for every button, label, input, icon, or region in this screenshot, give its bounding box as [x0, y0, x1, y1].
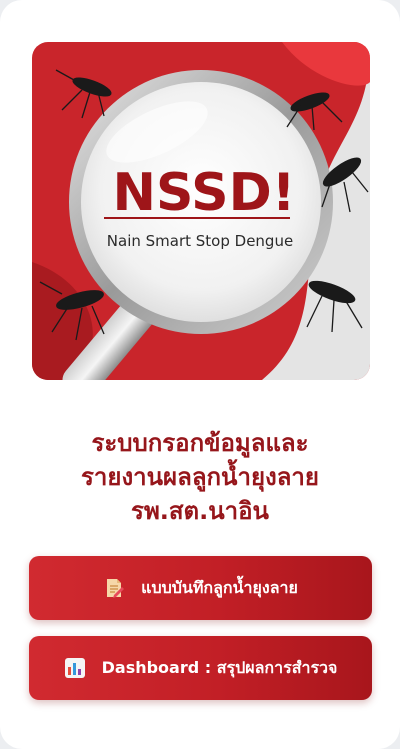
bar-chart-icon — [64, 657, 86, 679]
app-card: NSSD! Nain Smart Stop Dengue ระบบกรอกข้อ… — [0, 0, 400, 749]
record-form-label: แบบบันทึกลูกน้ำยุงลาย — [141, 577, 298, 597]
logo-subtitle: Nain Smart Stop Dengue — [107, 232, 293, 250]
page-title: ระบบกรอกข้อมูลและ รายงานผลลูกน้ำยุงลาย ร… — [20, 426, 380, 528]
dashboard-button[interactable]: Dashboard : สรุปผลการสำรวจ — [29, 636, 372, 700]
logo-text: NSSD! — [113, 163, 296, 223]
nssd-hero-image: NSSD! Nain Smart Stop Dengue — [32, 42, 370, 380]
title-line-3: รพ.สต.นาอิน — [131, 497, 269, 525]
record-form-button[interactable]: แบบบันทึกลูกน้ำยุงลาย — [29, 556, 372, 620]
title-line-1: ระบบกรอกข้อมูลและ — [91, 429, 309, 457]
memo-icon — [103, 577, 125, 599]
title-line-2: รายงานผลลูกน้ำยุงลาย — [81, 463, 319, 491]
dashboard-label: Dashboard : สรุปผลการสำรวจ — [101, 657, 338, 677]
hero-illustration: NSSD! Nain Smart Stop Dengue — [32, 42, 370, 380]
